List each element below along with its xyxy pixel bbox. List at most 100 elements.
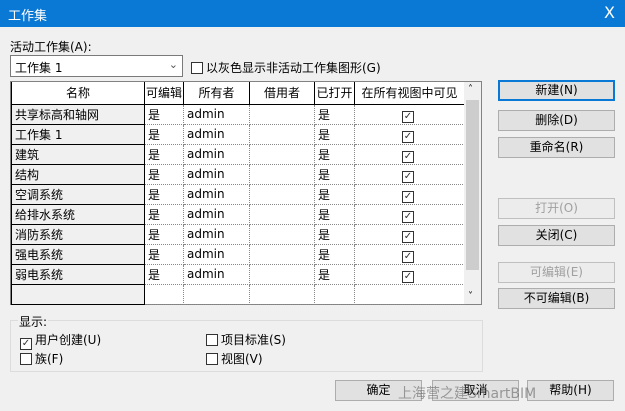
close-icon[interactable]: X	[604, 3, 615, 22]
header-visible[interactable]: 在所有视图中可见	[354, 82, 465, 105]
workset-name[interactable]: 结构	[11, 163, 145, 185]
checkbox-icon	[206, 353, 218, 365]
opened-cell[interactable]: 是	[314, 243, 355, 265]
table-row[interactable]: 强电系统是 admin 是 ✓	[11, 243, 465, 265]
borrower-cell	[249, 223, 315, 245]
table-row[interactable]: 弱电系统是 admin 是 ✓	[11, 263, 465, 285]
visible-cell[interactable]: ✓	[354, 223, 465, 245]
visible-cell[interactable]: ✓	[354, 183, 465, 205]
opened-cell[interactable]: 是	[314, 163, 355, 185]
views-checkbox[interactable]: 视图(V)	[206, 350, 263, 367]
owner-cell: admin	[183, 163, 250, 185]
owner-cell: admin	[183, 183, 250, 205]
workset-name[interactable]: 消防系统	[11, 223, 145, 245]
visible-cell[interactable]: ✓	[354, 143, 465, 165]
workset-name[interactable]: 工作集 1	[11, 123, 145, 145]
visible-checkbox[interactable]: ✓	[402, 270, 414, 283]
owner-cell: admin	[183, 243, 250, 265]
editable-cell[interactable]: 是	[144, 203, 184, 225]
active-workset-dropdown[interactable]: 工作集 1 ⌄	[10, 55, 183, 77]
editable-cell[interactable]: 是	[144, 243, 184, 265]
opened-cell[interactable]: 是	[314, 123, 355, 145]
checkbox-icon	[20, 353, 32, 365]
borrower-cell	[249, 203, 315, 225]
opened-cell[interactable]: 是	[314, 263, 355, 285]
chevron-down-icon: ⌄	[168, 58, 178, 71]
families-checkbox[interactable]: 族(F)	[20, 350, 63, 367]
empty-row	[11, 283, 465, 305]
visible-checkbox[interactable]: ✓	[402, 130, 414, 143]
rename-button[interactable]: 重命名(R)	[498, 137, 615, 158]
editable-cell[interactable]: 是	[144, 163, 184, 185]
workset-name[interactable]: 建筑	[11, 143, 145, 165]
visible-cell[interactable]: ✓	[354, 263, 465, 285]
editable-cell[interactable]: 是	[144, 143, 184, 165]
table-row[interactable]: 工作集 1 是 admin 是 ✓	[11, 123, 465, 145]
editable-cell[interactable]: 是	[144, 183, 184, 205]
visible-checkbox[interactable]: ✓	[402, 170, 414, 183]
vertical-scrollbar[interactable]: ˄ ˅	[464, 82, 481, 304]
workset-name[interactable]: 给排水系统	[11, 203, 145, 225]
visible-checkbox[interactable]: ✓	[402, 190, 414, 203]
header-borrower[interactable]: 借用者	[249, 82, 315, 105]
opened-cell[interactable]: 是	[314, 223, 355, 245]
new-button[interactable]: 新建(N)	[498, 80, 615, 101]
visible-checkbox[interactable]: ✓	[402, 150, 414, 163]
empty-cell	[144, 283, 184, 305]
noneditable-button[interactable]: 不可编辑(B)	[498, 288, 615, 309]
owner-cell: admin	[183, 143, 250, 165]
borrower-cell	[249, 163, 315, 185]
workset-name[interactable]: 强电系统	[11, 243, 145, 265]
title-bar: 工作集 X	[0, 0, 625, 27]
user-created-checkbox[interactable]: ✓ 用户创建(U)	[20, 331, 101, 350]
scroll-down-icon[interactable]: ˅	[468, 291, 473, 302]
opened-cell[interactable]: 是	[314, 143, 355, 165]
editable-button[interactable]: 可编辑(E)	[498, 262, 615, 283]
editable-cell[interactable]: 是	[144, 263, 184, 285]
visible-checkbox[interactable]: ✓	[402, 230, 414, 243]
visible-checkbox[interactable]: ✓	[402, 210, 414, 223]
scroll-thumb[interactable]	[466, 100, 479, 270]
owner-cell: admin	[183, 103, 250, 125]
borrower-cell	[249, 183, 315, 205]
opened-cell[interactable]: 是	[314, 103, 355, 125]
workset-name[interactable]: 空调系统	[11, 183, 145, 205]
table-row[interactable]: 共享标高和轴网是 admin 是 ✓	[11, 103, 465, 125]
table-row[interactable]: 消防系统是 admin 是 ✓	[11, 223, 465, 245]
table-row[interactable]: 建筑是 admin 是 ✓	[11, 143, 465, 165]
visible-cell[interactable]: ✓	[354, 203, 465, 225]
visible-cell[interactable]: ✓	[354, 163, 465, 185]
editable-cell[interactable]: 是	[144, 103, 184, 125]
visible-cell[interactable]: ✓	[354, 103, 465, 125]
editable-cell[interactable]: 是	[144, 223, 184, 245]
scroll-up-icon[interactable]: ˄	[468, 84, 473, 95]
header-owner[interactable]: 所有者	[183, 82, 250, 105]
owner-cell: admin	[183, 203, 250, 225]
open-button[interactable]: 打开(O)	[498, 198, 615, 219]
workset-name[interactable]: 共享标高和轴网	[11, 103, 145, 125]
header-name[interactable]: 名称	[11, 82, 145, 105]
borrower-cell	[249, 243, 315, 265]
visible-checkbox[interactable]: ✓	[402, 110, 414, 123]
opened-cell[interactable]: 是	[314, 203, 355, 225]
visible-checkbox[interactable]: ✓	[402, 250, 414, 263]
worksets-table: 名称 可编辑 所有者 借用者 已打开 在所有视图中可见 共享标高和轴网是 admi…	[10, 81, 482, 305]
editable-cell[interactable]: 是	[144, 123, 184, 145]
table-row[interactable]: 给排水系统是 admin 是 ✓	[11, 203, 465, 225]
project-standards-checkbox[interactable]: 项目标准(S)	[206, 331, 286, 348]
close-workset-button[interactable]: 关闭(C)	[498, 225, 615, 246]
help-button[interactable]: 帮助(H)	[527, 380, 614, 401]
empty-cell	[354, 283, 465, 305]
table-row[interactable]: 空调系统是 admin 是 ✓	[11, 183, 465, 205]
opened-cell[interactable]: 是	[314, 183, 355, 205]
header-editable[interactable]: 可编辑	[144, 82, 184, 105]
header-opened[interactable]: 已打开	[314, 82, 355, 105]
gray-inactive-checkbox[interactable]: 以灰色显示非活动工作集图形(G)	[191, 59, 381, 76]
table-row[interactable]: 结构是 admin 是 ✓	[11, 163, 465, 185]
checkbox-icon	[206, 334, 218, 346]
checkmark-icon: ✓	[20, 338, 32, 350]
workset-name[interactable]: 弱电系统	[11, 263, 145, 285]
delete-button[interactable]: 删除(D)	[498, 110, 615, 131]
visible-cell[interactable]: ✓	[354, 243, 465, 265]
visible-cell[interactable]: ✓	[354, 123, 465, 145]
